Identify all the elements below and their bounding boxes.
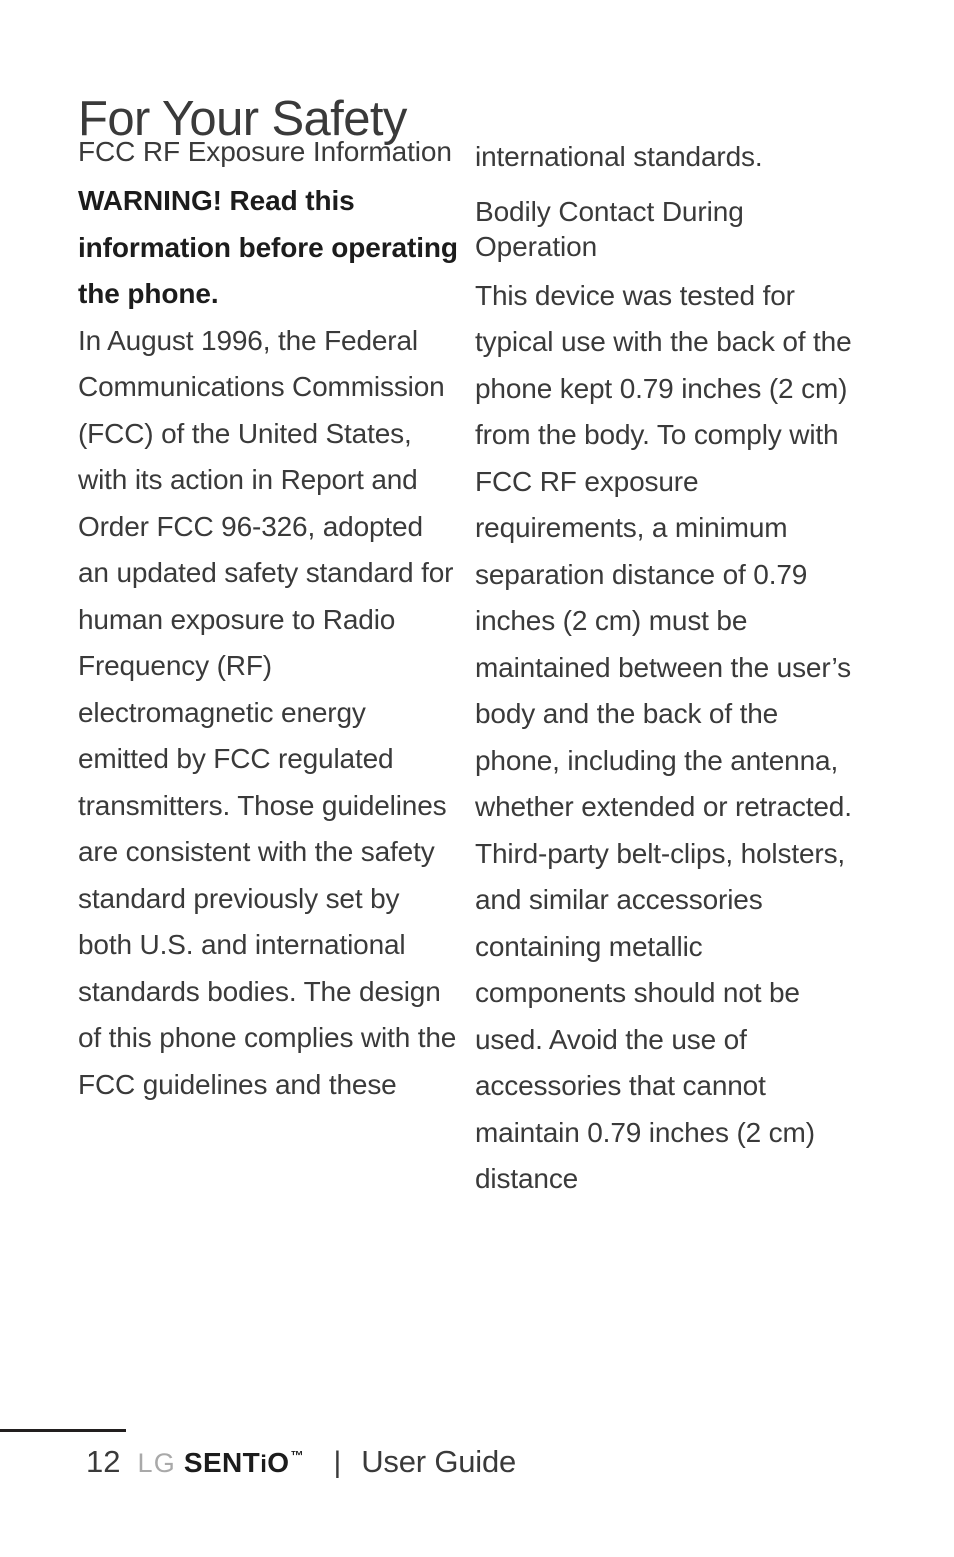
footer-guide-label: User Guide <box>361 1444 517 1479</box>
section-subheading-fcc-rf-exposure: FCC RF Exposure Information <box>78 136 452 167</box>
left-column: FCC RF Exposure Information WARNING! Rea… <box>78 134 460 1108</box>
section-subheading-bodily-contact: Bodily Contact During Operation <box>475 195 744 262</box>
sentio-wordmark: SENTiO <box>184 1447 290 1479</box>
right-column-continuation-text: international standards. <box>475 141 763 172</box>
right-column-paragraph: This device was tested for typical use w… <box>475 279 852 1195</box>
footer-page-number: 12 <box>86 1444 121 1479</box>
footer-divider-rule <box>0 1429 126 1432</box>
sentio-suffix: O <box>267 1447 290 1478</box>
document-page: For Your Safety FCC RF Exposure Informat… <box>0 0 954 1557</box>
right-column: international standards. Bodily Contact … <box>475 134 857 1203</box>
warning-text: WARNING! Read this information before op… <box>78 185 458 309</box>
lg-wordmark: LG <box>137 1448 176 1478</box>
left-column-paragraph: In August 1996, the Federal Communicatio… <box>78 324 457 1100</box>
two-column-body: FCC RF Exposure Information WARNING! Rea… <box>0 134 954 1404</box>
sentio-prefix: SENT <box>183 1447 261 1478</box>
lg-sentio-logo: LG SENTiO ™ <box>137 1447 303 1479</box>
page-footer: 12 LG SENTiO ™ | User Guide <box>86 1444 516 1494</box>
trademark-symbol: ™ <box>290 1448 304 1463</box>
footer-separator: | <box>333 1446 342 1479</box>
